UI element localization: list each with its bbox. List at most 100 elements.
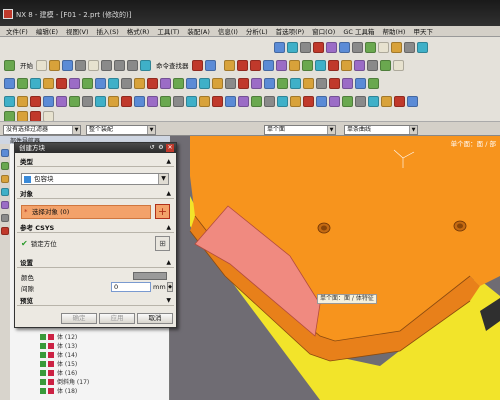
- lock-orientation-row[interactable]: ✔ 锁定方位: [21, 238, 57, 249]
- check-geometry-icon[interactable]: [17, 110, 28, 122]
- tree-item[interactable]: 倒斜角 (17): [40, 377, 89, 386]
- stop-icon[interactable]: [191, 59, 203, 71]
- type-dropdown[interactable]: 包容块 ▼: [21, 173, 169, 185]
- project-icon[interactable]: [69, 77, 80, 89]
- section-preview[interactable]: 预览 ▼: [17, 296, 174, 306]
- paste-face-icon[interactable]: [147, 95, 158, 107]
- select-icon[interactable]: [204, 59, 216, 71]
- revolve-icon[interactable]: [249, 59, 261, 71]
- plot-icon[interactable]: [368, 95, 379, 107]
- pattern-icon[interactable]: [340, 59, 352, 71]
- csys-dialog-icon[interactable]: ⊞: [155, 236, 170, 251]
- draft-icon[interactable]: [327, 59, 339, 71]
- undo-icon[interactable]: [114, 59, 125, 71]
- pattern-face-icon[interactable]: [173, 95, 184, 107]
- reset-icon[interactable]: ↺: [148, 144, 156, 152]
- work-view-icon[interactable]: [339, 41, 350, 53]
- slider-icon[interactable]: [186, 77, 197, 89]
- menu-view[interactable]: 视图(V): [62, 26, 93, 36]
- graphics-viewport[interactable]: 单个面：面 / 部: [170, 136, 500, 400]
- note-icon[interactable]: [303, 95, 314, 107]
- analysis-icon[interactable]: [4, 95, 15, 107]
- menu-format[interactable]: 格式(R): [123, 26, 154, 36]
- web-browser-icon[interactable]: [1, 188, 9, 196]
- render-style-icon[interactable]: [287, 41, 298, 53]
- delete-face-icon[interactable]: [56, 95, 67, 107]
- tree-item[interactable]: 体 (13): [40, 341, 77, 350]
- history-icon[interactable]: [1, 201, 9, 209]
- trim-icon[interactable]: [366, 59, 378, 71]
- new-file-icon[interactable]: [36, 59, 47, 71]
- resize-icon[interactable]: [82, 95, 93, 107]
- gate-icon[interactable]: [238, 77, 249, 89]
- part-navigator-icon[interactable]: [1, 162, 9, 170]
- feature-icon[interactable]: [17, 95, 28, 107]
- journal-icon[interactable]: [394, 95, 405, 107]
- datum-icon[interactable]: [392, 59, 404, 71]
- hole-icon[interactable]: [262, 59, 274, 71]
- section-csys[interactable]: 参考 CSYS ▲: [17, 223, 174, 233]
- redo-icon[interactable]: [127, 59, 138, 71]
- section-icon[interactable]: [352, 41, 363, 53]
- intersect-icon[interactable]: [82, 77, 93, 89]
- repair-icon[interactable]: [30, 110, 41, 122]
- optimize-icon[interactable]: [238, 95, 249, 107]
- tree-item[interactable]: 体 (12): [40, 332, 77, 341]
- move-face-icon[interactable]: [43, 95, 54, 107]
- replace-face-icon[interactable]: [69, 95, 80, 107]
- chamfer-icon[interactable]: [301, 59, 313, 71]
- type-filter-dropdown[interactable]: 没有选择过滤器 ▼: [3, 125, 81, 135]
- section-type[interactable]: 类型 ▲: [17, 157, 174, 167]
- fit-icon[interactable]: [378, 41, 389, 53]
- offset-region-icon[interactable]: [95, 95, 106, 107]
- wireframe-icon[interactable]: [300, 41, 311, 53]
- scope-filter-dropdown[interactable]: 整个装配 ▼: [86, 125, 156, 135]
- ejector-icon[interactable]: [212, 77, 223, 89]
- line-icon[interactable]: [17, 77, 28, 89]
- label-icon[interactable]: [290, 95, 301, 107]
- mirror-icon[interactable]: [353, 59, 365, 71]
- lifter-icon[interactable]: [199, 77, 210, 89]
- sew-icon[interactable]: [108, 77, 119, 89]
- menu-extra[interactable]: 甲天下: [409, 26, 437, 36]
- roles-icon[interactable]: [1, 227, 9, 235]
- moldbase-icon[interactable]: [264, 77, 275, 89]
- cut-icon[interactable]: [75, 59, 86, 71]
- menu-analysis[interactable]: 分析(L): [242, 26, 272, 36]
- shell-body-icon[interactable]: [251, 95, 262, 107]
- apply-button[interactable]: 应用: [99, 313, 135, 324]
- blend-icon[interactable]: [288, 59, 300, 71]
- system-material-icon[interactable]: [1, 214, 9, 222]
- point-icon[interactable]: [4, 77, 15, 89]
- color-swatch[interactable]: [133, 272, 167, 280]
- tree-item[interactable]: 体 (14): [40, 350, 77, 359]
- cancel-button[interactable]: 取消: [137, 313, 173, 324]
- extrude-icon[interactable]: [236, 59, 248, 71]
- ok-button[interactable]: 确定: [61, 313, 97, 324]
- copy-face-icon[interactable]: [134, 95, 145, 107]
- assembly-navigator-icon[interactable]: [1, 149, 9, 157]
- menu-preferences[interactable]: 首选项(P): [272, 26, 309, 36]
- menu-file[interactable]: 文件(F): [2, 26, 32, 36]
- offset-icon[interactable]: [379, 59, 391, 71]
- paste-icon[interactable]: [101, 59, 112, 71]
- runner-icon[interactable]: [251, 77, 262, 89]
- offset-spinner[interactable]: ◆: [167, 282, 173, 292]
- constrain-face-icon[interactable]: [186, 95, 197, 107]
- save-icon[interactable]: [62, 59, 73, 71]
- boolean-icon[interactable]: [275, 59, 287, 71]
- menu-window[interactable]: 窗口(O): [308, 26, 339, 36]
- view-icon[interactable]: [316, 95, 327, 107]
- reuse-library-icon[interactable]: [1, 175, 9, 183]
- pocket-icon[interactable]: [290, 77, 301, 89]
- sketch-icon[interactable]: [223, 59, 235, 71]
- mold-icon[interactable]: [134, 77, 145, 89]
- menu-help[interactable]: 帮助(H): [378, 26, 409, 36]
- section-object[interactable]: 对象 ▲: [17, 189, 174, 199]
- view-orient-icon[interactable]: [274, 41, 285, 53]
- open-file-icon[interactable]: [49, 59, 60, 71]
- local-scale-icon[interactable]: [264, 95, 275, 107]
- insert-icon[interactable]: [173, 77, 184, 89]
- menu-tools[interactable]: 工具(T): [153, 26, 183, 36]
- cooling-icon[interactable]: [225, 77, 236, 89]
